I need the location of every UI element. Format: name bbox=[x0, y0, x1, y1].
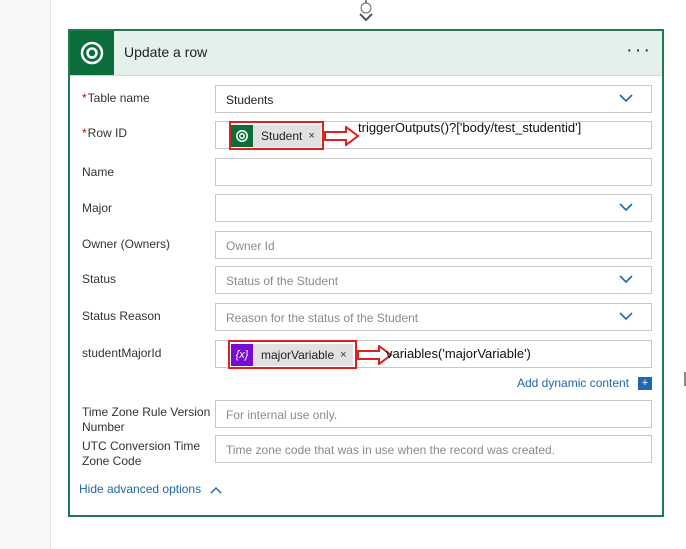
required-marker: * bbox=[82, 91, 87, 105]
tz-rule-placeholder: For internal use only. bbox=[226, 408, 338, 422]
student-major-id-expression: variables('majorVariable') bbox=[386, 346, 531, 361]
required-marker: * bbox=[82, 126, 87, 140]
update-row-action-card: Update a row ··· *Table name Students *R… bbox=[68, 29, 664, 517]
utc-conversion-placeholder: Time zone code that was in use when the … bbox=[226, 443, 556, 457]
dataverse-icon bbox=[70, 31, 114, 75]
utc-conversion-label: UTC Conversion Time Zone Code bbox=[82, 439, 201, 468]
chevron-down-icon[interactable] bbox=[619, 93, 633, 103]
table-name-label: *Table name bbox=[82, 91, 150, 105]
arrow-down-icon[interactable] bbox=[356, 2, 376, 24]
hide-advanced-options-link[interactable]: Hide advanced options bbox=[79, 482, 222, 496]
card-header[interactable]: Update a row ··· bbox=[70, 31, 662, 76]
tz-rule-input[interactable]: For internal use only. bbox=[215, 400, 652, 428]
status-reason-label: Status Reason bbox=[82, 309, 161, 323]
major-select[interactable] bbox=[215, 194, 652, 222]
owner-label: Owner (Owners) bbox=[82, 237, 171, 251]
add-dynamic-content-plus-icon[interactable]: + bbox=[638, 377, 652, 390]
table-name-select[interactable]: Students bbox=[215, 85, 652, 113]
status-reason-select[interactable]: Reason for the status of the Student bbox=[215, 303, 652, 331]
status-placeholder: Status of the Student bbox=[226, 274, 339, 288]
name-input[interactable] bbox=[215, 158, 652, 186]
status-select[interactable]: Status of the Student bbox=[215, 266, 652, 294]
status-reason-placeholder: Reason for the status of the Student bbox=[226, 311, 419, 325]
major-label: Major bbox=[82, 201, 113, 215]
more-options-button[interactable]: ··· bbox=[626, 39, 652, 62]
table-name-value: Students bbox=[226, 93, 274, 107]
chevron-down-icon[interactable] bbox=[619, 311, 633, 321]
chevron-up-icon bbox=[210, 486, 222, 494]
name-label: Name bbox=[82, 165, 115, 179]
student-major-id-label: studentMajorId bbox=[82, 346, 162, 360]
chevron-down-icon[interactable] bbox=[619, 202, 633, 212]
owner-placeholder: Owner Id bbox=[226, 239, 275, 253]
row-id-label: *Row ID bbox=[82, 126, 128, 140]
left-gutter bbox=[0, 0, 51, 549]
owner-input[interactable]: Owner Id bbox=[215, 231, 652, 259]
chevron-down-icon[interactable] bbox=[619, 274, 633, 284]
annotation-box-student bbox=[229, 121, 324, 150]
utc-conversion-input[interactable]: Time zone code that was in use when the … bbox=[215, 435, 652, 463]
row-id-expression: triggerOutputs()?['body/test_studentid'] bbox=[358, 120, 582, 135]
card-title: Update a row bbox=[124, 44, 208, 60]
status-label: Status bbox=[82, 272, 117, 286]
add-dynamic-content-link[interactable]: Add dynamic content bbox=[517, 376, 629, 390]
annotation-arrow-icon bbox=[324, 126, 360, 146]
tz-rule-label: Time Zone Rule Version Number bbox=[82, 405, 211, 434]
annotation-box-major-variable bbox=[228, 340, 357, 369]
